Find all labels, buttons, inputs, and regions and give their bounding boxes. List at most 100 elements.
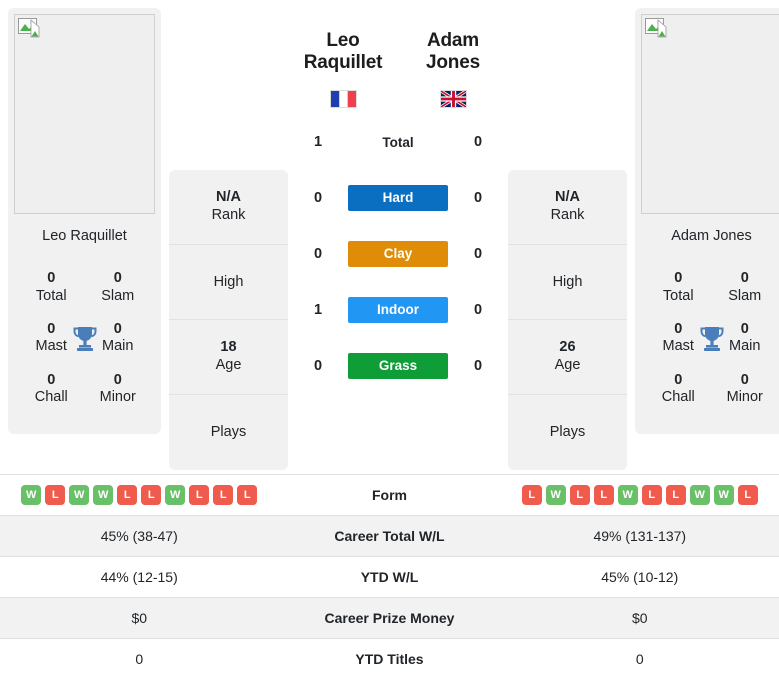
head-to-head-column: Leo Raquillet Adam Jones 1 Total 0 0 Har… <box>288 0 508 394</box>
h2h-left-score: 1 <box>313 302 323 318</box>
left-player-info-card: N/A Rank High 18 Age Plays <box>169 170 288 470</box>
info-label: Age <box>215 357 242 374</box>
right-player-name-block: Adam Jones <box>398 30 508 108</box>
title-stat-chall: 0 Chall <box>18 364 85 413</box>
title-stat-value: 0 <box>113 270 122 286</box>
h2h-right-score: 0 <box>473 190 483 206</box>
form-result-loss: L <box>45 485 66 505</box>
h2h-left-score: 0 <box>313 358 323 374</box>
row-label-ytd-wl: YTD W/L <box>278 556 501 598</box>
left-player-photo-caption: Leo Raquillet <box>42 228 127 244</box>
left-value: 45% (38-47) <box>0 515 279 557</box>
right-player-photo-caption: Adam Jones <box>671 228 752 244</box>
form-result-loss: L <box>189 485 210 505</box>
title-stat-total: 0 Total <box>18 262 85 311</box>
right-value: $0 <box>500 597 779 639</box>
right-player-name[interactable]: Adam Jones <box>398 30 508 74</box>
right-value: 49% (131-137) <box>500 515 779 557</box>
info-rank: N/A Rank <box>169 170 288 245</box>
info-label: Rank <box>211 207 246 224</box>
right-value: 45% (10-12) <box>500 556 779 598</box>
h2h-right-score: 0 <box>473 246 483 262</box>
h2h-surface-total: Total <box>348 135 448 150</box>
form-result-win: W <box>545 485 566 505</box>
title-stat-minor: 0 Minor <box>712 364 779 413</box>
trophy-icon <box>73 327 96 352</box>
h2h-row-total: 1 Total 0 <box>288 114 508 170</box>
info-value: 26 <box>559 338 576 355</box>
left-player-name[interactable]: Leo Raquillet <box>288 30 398 74</box>
form-result-loss: L <box>237 485 258 505</box>
left-form-strip: WLWWLLWLLL <box>6 485 273 505</box>
info-high: High <box>169 245 288 320</box>
h2h-left-score: 0 <box>313 246 323 262</box>
title-stat-label: Minor <box>99 389 136 406</box>
info-rank: N/A Rank <box>508 170 627 245</box>
info-value: N/A <box>216 188 241 205</box>
form-result-loss: L <box>665 485 686 505</box>
title-stat-label: Chall <box>661 389 695 406</box>
table-row-form: WLWWLLWLLL Form LWLLWLLWWL <box>0 474 779 516</box>
table-row-ytd-wl: 44% (12-15) YTD W/L 45% (10-12) <box>0 556 779 598</box>
title-stat-slam: 0 Slam <box>712 262 779 311</box>
form-result-win: W <box>93 485 114 505</box>
player-names-row: Leo Raquillet Adam Jones <box>288 30 508 108</box>
trophy-icon <box>700 327 723 352</box>
right-player-photo <box>641 14 779 214</box>
fr-flag-icon <box>329 90 357 108</box>
title-stat-value: 0 <box>113 371 122 388</box>
h2h-surface-label[interactable]: Clay <box>348 241 448 267</box>
title-stat-label: Total <box>35 287 67 304</box>
title-stat-label: Slam <box>728 287 762 304</box>
h2h-row-indoor: 1 Indoor 0 <box>288 282 508 338</box>
title-stat-value: 0 <box>47 270 56 286</box>
title-stat-value: 0 <box>740 270 749 286</box>
title-stat-value: 0 <box>674 371 683 388</box>
title-stat-value: 0 <box>674 270 683 286</box>
row-label-ytd-titles: YTD Titles <box>278 638 501 680</box>
left-form-cell: WLWWLLWLLL <box>0 474 279 516</box>
h2h-surface-label[interactable]: Grass <box>348 353 448 379</box>
title-stat-value: 0 <box>47 371 56 388</box>
info-plays: Plays <box>508 395 627 470</box>
form-result-win: W <box>713 485 734 505</box>
broken-image-icon <box>18 18 40 38</box>
h2h-surface-hard: Hard <box>348 185 448 211</box>
title-stat-value: 0 <box>740 371 749 388</box>
left-value: $0 <box>0 597 279 639</box>
table-row-career-prize-money: $0 Career Prize Money $0 <box>0 597 779 639</box>
form-result-loss: L <box>593 485 614 505</box>
info-value: 18 <box>220 338 237 355</box>
info-plays: Plays <box>169 395 288 470</box>
info-label: Plays <box>549 424 586 441</box>
gb-flag-icon <box>439 90 467 108</box>
right-form-strip: LWLLWLLWWL <box>507 485 774 505</box>
h2h-surface-label[interactable]: Indoor <box>348 297 448 323</box>
left-player-titles-grid: 0 Total 0 Slam 0 Mast 0 Main 0 Chall 0 M… <box>14 254 155 424</box>
info-age: 26 Age <box>508 320 627 395</box>
form-result-win: W <box>69 485 90 505</box>
title-stat-slam: 0 Slam <box>85 262 152 311</box>
right-player-titles-grid: 0 Total 0 Slam 0 Mast 0 Main 0 Chall 0 M… <box>641 254 779 424</box>
right-form-cell: LWLLWLLWWL <box>500 474 779 516</box>
title-stat-label: Minor <box>726 389 763 406</box>
h2h-left-score: 0 <box>313 190 323 206</box>
h2h-row-grass: 0 Grass 0 <box>288 338 508 394</box>
h2h-surface-indoor: Indoor <box>348 297 448 323</box>
player-stats-comparison-table: WLWWLLWLLL Form LWLLWLLWWL 45% (38-47) C… <box>0 474 779 680</box>
left-player-photo-card: Leo Raquillet 0 Total 0 Slam 0 Mast 0 Ma… <box>8 8 161 435</box>
h2h-surface-label[interactable]: Hard <box>348 185 448 211</box>
form-result-loss: L <box>641 485 662 505</box>
row-label-form: Form <box>278 474 501 516</box>
table-row-ytd-titles: 0 YTD Titles 0 <box>0 638 779 680</box>
form-result-loss: L <box>213 485 234 505</box>
info-label: Age <box>554 357 581 374</box>
form-result-win: W <box>617 485 638 505</box>
row-label-career-prize-money: Career Prize Money <box>278 597 501 639</box>
info-high: High <box>508 245 627 320</box>
title-stat-label: Total <box>662 287 694 304</box>
form-result-win: W <box>21 485 42 505</box>
title-stat-minor: 0 Minor <box>85 364 152 413</box>
left-player-photo <box>14 14 155 214</box>
info-label: Rank <box>550 207 585 224</box>
